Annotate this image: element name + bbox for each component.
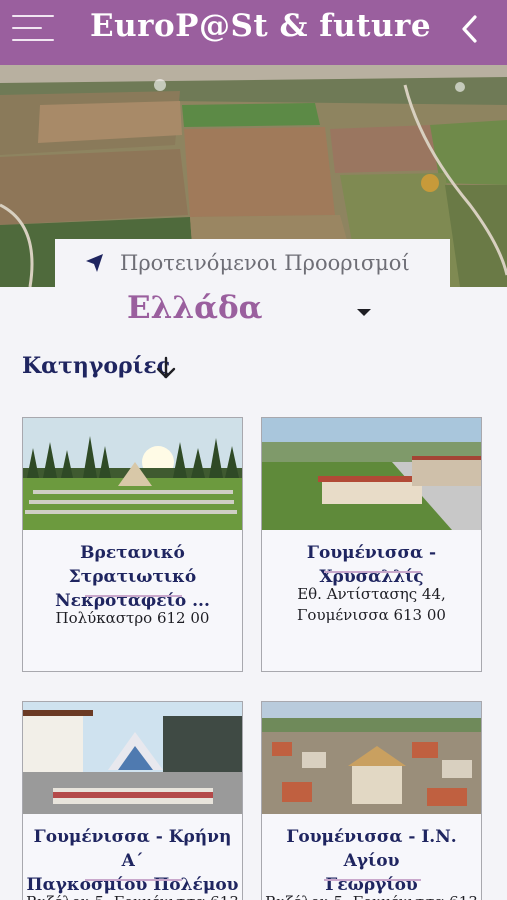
- destination-card[interactable]: Βρετανικό Στρατιωτικό Νεκροταφείο ... Πο…: [22, 417, 243, 672]
- app-header: EuroP@St & future: [0, 0, 507, 65]
- card-title-line: Γουμένισσα - Κρήνη Α΄: [33, 827, 232, 871]
- card-title-line: Γουμένισσα - Χρυσαλλίς: [306, 543, 437, 587]
- card-address: Βυζέλου 5, Γουμένισσα 613: [23, 892, 242, 900]
- card-divider: [85, 879, 182, 881]
- arrow-down-icon[interactable]: [155, 355, 177, 381]
- destination-card[interactable]: Γουμένισσα - Ι.Ν. Αγίου Γεωργίου Βυζέλου…: [261, 701, 482, 900]
- card-address-line: Εθ. Αντίστασης 44,: [297, 585, 446, 603]
- card-title: Βρετανικό Στρατιωτικό Νεκροταφείο ...: [23, 541, 242, 613]
- card-address-line: Βυζέλου 5, Γουμένισσα 613: [23, 892, 242, 900]
- caret-down-icon[interactable]: [357, 309, 371, 316]
- suggested-destinations-label: Προτεινόμενοι Προορισμοί: [120, 251, 410, 275]
- card-title-line: Βρετανικό Στρατιωτικό: [68, 543, 197, 587]
- card-address-line: Πολύκαστρο 612 00: [55, 609, 210, 627]
- card-title: Γουμένισσα - Κρήνη Α΄ Παγκοσμίου Πολέμου: [23, 825, 242, 897]
- card-address: Εθ. Αντίστασης 44, Γουμένισσα 613 00: [262, 584, 481, 626]
- card-address-line: Βυζέλου 5, Γουμένισσα 613: [262, 892, 481, 900]
- card-image: [262, 418, 481, 530]
- country-selector-value[interactable]: Ελλάδα: [127, 290, 263, 326]
- card-title: Γουμένισσα - Ι.Ν. Αγίου Γεωργίου: [262, 825, 481, 897]
- card-image: [262, 702, 481, 814]
- card-image: [23, 702, 242, 814]
- card-divider: [324, 571, 421, 573]
- app-title: EuroP@St & future: [90, 8, 432, 44]
- card-address-line: Γουμένισσα 613 00: [297, 606, 446, 624]
- hamburger-menu-icon[interactable]: [12, 13, 54, 43]
- card-divider: [85, 595, 182, 597]
- destination-card[interactable]: Γουμένισσα - Χρυσαλλίς Εθ. Αντίστασης 44…: [261, 417, 482, 672]
- card-address: Βυζέλου 5, Γουμένισσα 613: [262, 892, 481, 900]
- destination-card[interactable]: Γουμένισσα - Κρήνη Α΄ Παγκοσμίου Πολέμου…: [22, 701, 243, 900]
- navigation-arrow-icon: [85, 253, 105, 273]
- card-divider: [324, 879, 421, 881]
- card-image: [23, 418, 242, 530]
- chevron-left-icon[interactable]: [455, 12, 485, 46]
- card-title-line: Γουμένισσα - Ι.Ν. Αγίου: [286, 827, 457, 871]
- suggested-destinations-header: Προτεινόμενοι Προορισμοί: [55, 239, 450, 287]
- card-address: Πολύκαστρο 612 00: [23, 608, 242, 629]
- card-title: Γουμένισσα - Χρυσαλλίς: [262, 541, 481, 589]
- categories-heading[interactable]: Κατηγορίες: [22, 353, 170, 379]
